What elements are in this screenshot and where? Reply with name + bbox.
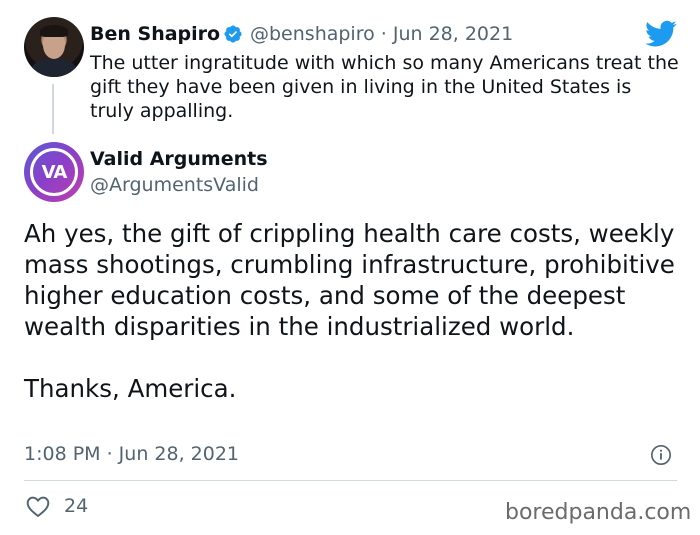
quoted-handle-date[interactable]: @benshapiro · Jun 28, 2021 bbox=[250, 22, 513, 46]
valid-arguments-avatar[interactable]: VA bbox=[24, 142, 84, 202]
heart-icon[interactable] bbox=[25, 494, 51, 518]
action-divider bbox=[24, 480, 677, 481]
boredpanda-watermark: boredpanda.com bbox=[505, 500, 692, 525]
ben-shapiro-avatar[interactable] bbox=[24, 17, 84, 77]
info-icon[interactable] bbox=[650, 444, 672, 466]
verified-badge-icon bbox=[224, 25, 242, 43]
twitter-bird-icon[interactable] bbox=[645, 20, 677, 48]
like-count: 24 bbox=[64, 495, 89, 517]
quoted-tweet-text: The utter ingratitude with which so many… bbox=[90, 52, 679, 122]
thread-connector-line bbox=[52, 84, 54, 134]
tweet-paragraph: Ah yes, the gift of crippling health car… bbox=[24, 219, 675, 341]
main-tweet-body: Ah yes, the gift of crippling health car… bbox=[24, 218, 684, 404]
main-author-handle[interactable]: @ArgumentsValid bbox=[90, 173, 259, 197]
main-author-name[interactable]: Valid Arguments bbox=[90, 147, 268, 171]
avatar-initials: VA bbox=[30, 148, 78, 196]
tweet-timestamp[interactable]: 1:08 PM · Jun 28, 2021 bbox=[24, 442, 239, 466]
quoted-author-name[interactable]: Ben Shapiro bbox=[90, 22, 220, 46]
tweet-paragraph: Thanks, America. bbox=[24, 374, 237, 403]
